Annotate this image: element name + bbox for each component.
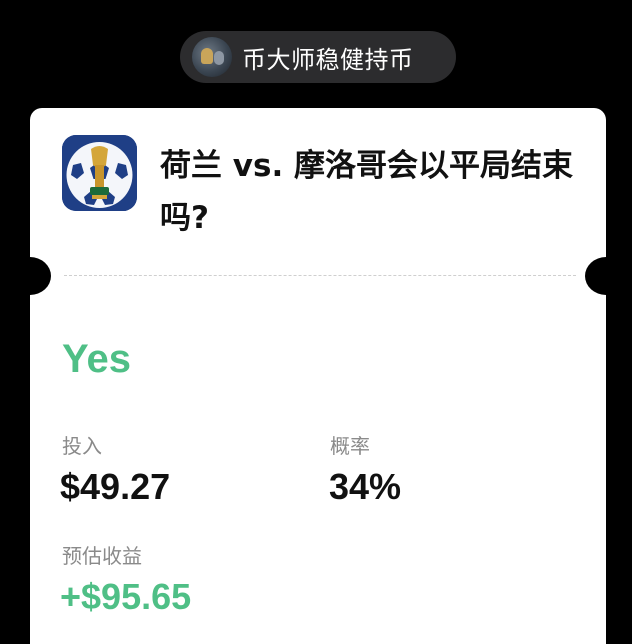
payout-label: 预估收益 xyxy=(62,544,142,568)
share-screen: 币大师稳健持币 荷兰 vs. 摩洛哥会以平局结束吗? Yes 投入 $49.27… xyxy=(0,0,632,644)
soccer-trophy-icon xyxy=(62,135,137,211)
ticket-notch-right xyxy=(585,257,627,295)
user-avatar xyxy=(192,37,232,77)
stake-value: $49.27 xyxy=(60,466,171,507)
user-pill[interactable]: 币大师稳健持币 xyxy=(180,31,456,83)
payout-value: +$95.65 xyxy=(60,576,192,617)
stake-label: 投入 xyxy=(62,434,102,458)
probability-label: 概率 xyxy=(330,434,370,458)
probability-value: 34% xyxy=(329,466,402,507)
user-name: 币大师稳健持币 xyxy=(242,45,414,74)
ticket-divider xyxy=(64,275,576,276)
market-title: 荷兰 vs. 摩洛哥会以平局结束吗? xyxy=(160,148,574,236)
ticket-notch-left xyxy=(9,257,51,295)
outcome-label: Yes xyxy=(62,337,131,381)
